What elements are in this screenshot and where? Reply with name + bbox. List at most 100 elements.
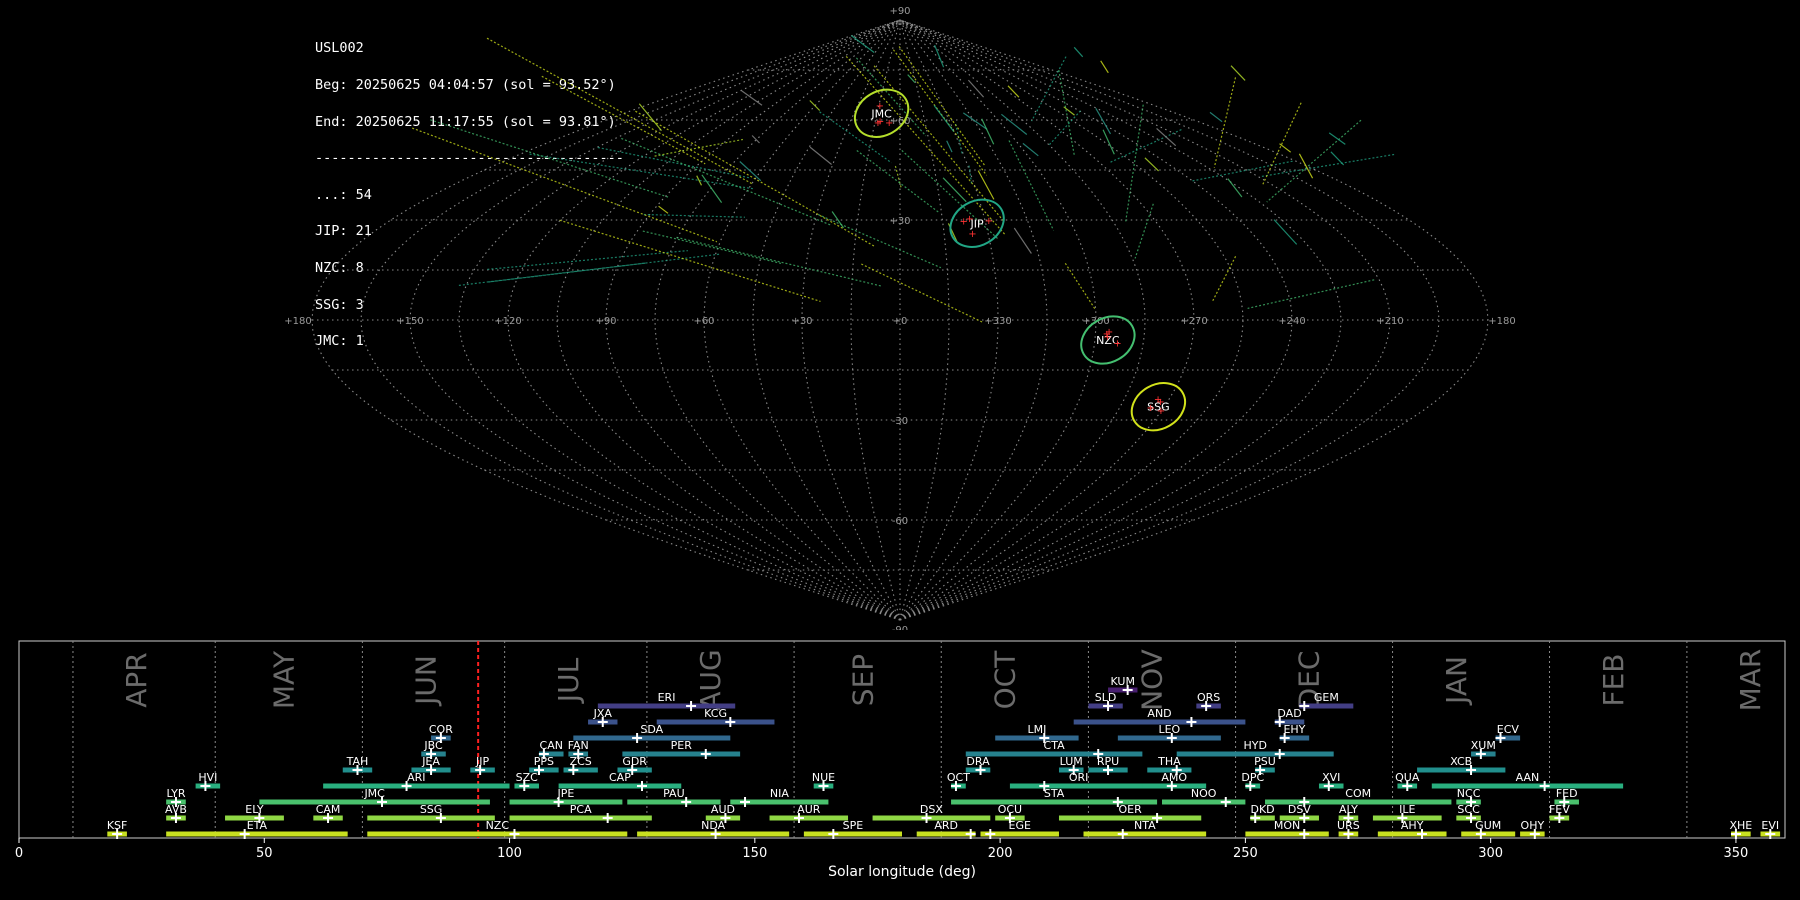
- meteor-trail: [741, 90, 763, 106]
- shower-label: TAH: [346, 755, 369, 768]
- shower-label: DAD: [1277, 707, 1301, 720]
- meridian-line: [899, 19, 1342, 621]
- lon-label: +240: [1278, 316, 1305, 327]
- shower-label: PCA: [570, 803, 592, 816]
- lat-label: -60: [892, 516, 908, 527]
- meteor-trail: [1001, 113, 1028, 135]
- shower-label: DKD: [1250, 803, 1274, 816]
- month-label-oct: OCT: [989, 650, 1022, 710]
- meteor-trails: [411, 35, 1395, 323]
- radiant-point: +: [960, 216, 968, 227]
- shower-label: NZC: [486, 819, 510, 832]
- radiant-point: +: [968, 229, 976, 240]
- month-label-nov: NOV: [1136, 649, 1169, 711]
- shower-label: URS: [1337, 819, 1360, 832]
- x-axis-label: Solar longitude (deg): [828, 864, 976, 880]
- radiant-point: +: [876, 117, 884, 128]
- shower-label: LEO: [1158, 723, 1180, 736]
- meteor-trail: [1298, 153, 1314, 179]
- shower-label: XUM: [1471, 739, 1496, 752]
- radiant-point: +: [885, 118, 893, 129]
- month-label-may: MAY: [267, 650, 300, 709]
- shower-label: OCT: [947, 771, 970, 784]
- meteor-trail: [1031, 56, 1067, 122]
- shower-label: ARD: [934, 819, 958, 832]
- shower-label: THA: [1157, 755, 1181, 768]
- shower-label: AUD: [711, 803, 735, 816]
- radiant-point: +: [876, 101, 884, 112]
- radiant-point: +: [1113, 338, 1121, 349]
- shower-label: AAN: [1516, 771, 1540, 784]
- shower-qua: QUA: [1395, 771, 1420, 791]
- shower-label: ECV: [1497, 723, 1520, 736]
- lon-label: +210: [1376, 316, 1403, 327]
- shower-label: NTA: [1134, 819, 1156, 832]
- shower-label: AVB: [165, 803, 187, 816]
- meteor-trail: [946, 140, 953, 153]
- shower-label: STA: [1044, 787, 1065, 800]
- shower-label: ETA: [247, 819, 268, 832]
- month-label-sep: SEP: [846, 654, 879, 706]
- meteor-trail: [1211, 256, 1237, 302]
- shower-label: GDR: [622, 755, 647, 768]
- lon-label: +270: [1180, 316, 1207, 327]
- radiant-point: +: [1103, 332, 1111, 343]
- meteor-trail: [1156, 127, 1177, 147]
- x-tick-label: 150: [742, 846, 767, 861]
- shower-label: DRA: [966, 755, 990, 768]
- meteor-trail: [1330, 151, 1345, 166]
- shower-label: PER: [671, 739, 693, 752]
- shower-label: NIA: [770, 787, 789, 800]
- meridian-line: [458, 19, 901, 621]
- month-label-feb: FEB: [1597, 653, 1630, 706]
- shower-evi: EVI: [1760, 819, 1781, 839]
- radiants: JMC+ +++JIP ++++NZC++++SSG++++: [853, 88, 1187, 432]
- shower-label: ILE: [1399, 803, 1415, 816]
- shower-bar: [1461, 831, 1516, 837]
- shower-label: XCB: [1450, 755, 1472, 768]
- month-label-jun: JUN: [410, 655, 443, 707]
- shower-urs: URS: [1337, 819, 1360, 839]
- shower-bar: [627, 799, 721, 805]
- shower-label: ALY: [1339, 803, 1358, 816]
- shower-label: FEV: [1549, 803, 1570, 816]
- shower-bar: [367, 831, 628, 837]
- x-tick-label: 300: [1478, 846, 1503, 861]
- month-label-jan: JAN: [1440, 656, 1473, 706]
- meteor-trail: [1190, 160, 1293, 182]
- shower-szc: SZC: [514, 771, 539, 791]
- shower-xhe: XHE: [1729, 819, 1752, 839]
- shower-label: EVI: [1761, 819, 1779, 832]
- meteor-trail: [1273, 219, 1298, 245]
- shower-label: SSG: [420, 803, 443, 816]
- meteor-trail: [1247, 279, 1375, 309]
- shower-bar: [1417, 767, 1506, 773]
- x-tick-label: 50: [256, 846, 273, 861]
- shower-label: LMI: [1027, 723, 1046, 736]
- shower-label: MON: [1274, 819, 1300, 832]
- shower-label: KUM: [1111, 675, 1135, 688]
- shower-label: HVI: [198, 771, 217, 784]
- month-label-apr: APR: [120, 652, 153, 708]
- shower-label: COM: [1345, 787, 1371, 800]
- shower-label: NCC: [1457, 787, 1481, 800]
- x-tick-label: 350: [1724, 846, 1749, 861]
- shower-label: ORI: [1069, 771, 1089, 784]
- shower-label: FAN: [568, 739, 589, 752]
- shower-label: JMC: [363, 787, 385, 800]
- meteor-trail: [1125, 104, 1144, 223]
- x-tick-label: 100: [497, 846, 522, 861]
- meteor-trail: [642, 230, 782, 264]
- lat-label: +30: [889, 216, 910, 227]
- radiant-point: +: [1154, 395, 1162, 406]
- shower-label: ELY: [245, 803, 264, 816]
- x-tick-label: 250: [1233, 846, 1258, 861]
- shower-cam: CAM: [313, 803, 343, 823]
- shower-nue: NUE: [812, 771, 835, 791]
- shower-bar: [1245, 831, 1329, 837]
- shower-label: JXA: [593, 707, 613, 720]
- meteor-trail: [1100, 60, 1109, 74]
- meteor-trail: [486, 37, 754, 185]
- shower-dkd: DKD: [1250, 803, 1275, 823]
- shower-label: DSV: [1288, 803, 1311, 816]
